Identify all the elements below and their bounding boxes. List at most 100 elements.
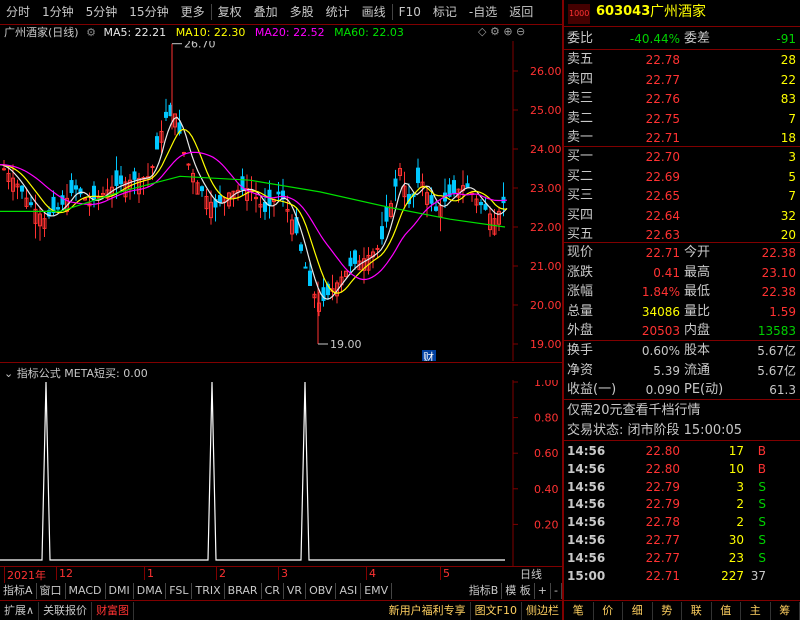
- indicator-tab[interactable]: OBV: [306, 583, 337, 599]
- toolbar-item[interactable]: 5分钟: [80, 0, 124, 25]
- ask-label: 卖三: [567, 91, 594, 106]
- price-axis-label: 25.00: [530, 104, 562, 117]
- ask-volume: 7: [788, 111, 796, 126]
- indicator-tab[interactable]: EMV: [361, 583, 393, 599]
- candle-body: [465, 183, 470, 188]
- sidebar-tab[interactable]: 主: [741, 601, 771, 620]
- sidebar-tab[interactable]: 筹: [771, 601, 800, 620]
- toolbar-item[interactable]: 返回: [503, 0, 539, 25]
- tick-row: 15:00 22.71 227 37: [564, 566, 800, 586]
- candle-body: [479, 201, 483, 206]
- status-item[interactable]: 财富图: [92, 601, 135, 620]
- stat-row: 现价 22.71 今开 22.38: [564, 243, 800, 263]
- candle-body: [429, 195, 434, 204]
- indicator-tab[interactable]: +: [535, 583, 552, 599]
- stat-value: 0.090: [645, 383, 680, 397]
- weicha-value: -91: [776, 32, 796, 46]
- indicator-tab[interactable]: 指标B: [466, 583, 503, 599]
- indicator-tab[interactable]: DMI: [106, 583, 134, 599]
- divider: [564, 399, 800, 400]
- kline-chart[interactable]: 26.00 25.00 24.00 23.00 22.00 21.00 20.00 19.00…: [0, 41, 562, 361]
- candle-body: [29, 202, 33, 206]
- toolbar-item[interactable]: -自选: [463, 0, 503, 25]
- status-item[interactable]: 扩展∧: [0, 601, 40, 620]
- indicator-title[interactable]: ⌄ 指标公式 META短买: 0.00: [4, 365, 148, 381]
- stock-code: 603043: [596, 4, 651, 19]
- candle-body: [69, 180, 74, 194]
- indicator-axis-label: 0.40: [534, 483, 559, 496]
- indicator-tab[interactable]: CR: [262, 583, 284, 599]
- status-bar: 扩展∧ 关联报价 财富图 新用户福利专享 图文F10 侧边栏笔价细势联值主筹: [0, 600, 800, 620]
- stat-row: 收益(一) 0.090 PE(动) 61.3: [564, 380, 800, 400]
- candle-body: [96, 196, 101, 199]
- indicator-tab[interactable]: MACD: [66, 583, 106, 599]
- indicator-tab[interactable]: TRIX: [192, 583, 225, 599]
- ask-row: 卖二 22.75 7: [564, 109, 800, 129]
- toolbar-item[interactable]: F10: [393, 0, 427, 25]
- indicator-tab[interactable]: VR: [284, 583, 307, 599]
- settings-icon[interactable]: ⚙: [86, 26, 96, 39]
- date-label: 2: [216, 567, 226, 580]
- candle-body: [150, 166, 155, 169]
- stock-name: 广州酒家: [650, 4, 706, 20]
- promo-row: 仅需20元查看千档行情: [564, 401, 800, 421]
- ask-label: 卖二: [567, 110, 594, 126]
- status-item[interactable]: 图文F10: [471, 601, 522, 620]
- sidebar-tab[interactable]: 值: [712, 601, 741, 620]
- divider: [564, 26, 800, 27]
- indicator-tab[interactable]: FSL: [166, 583, 193, 599]
- indicator-tab[interactable]: 模 板: [502, 583, 535, 599]
- candle-body: [483, 203, 488, 210]
- sidebar-tab[interactable]: 笔: [564, 601, 594, 620]
- indicator-tab[interactable]: 窗口: [37, 583, 66, 599]
- indicator-chart[interactable]: 1.00 0.80 0.60 0.40 0.20: [0, 380, 562, 566]
- indicator-tab[interactable]: DMA: [134, 583, 167, 599]
- toolbar-item[interactable]: 15分钟: [123, 0, 174, 25]
- candle-body: [303, 266, 308, 269]
- toolbar-item[interactable]: 叠加: [248, 0, 284, 25]
- ma10-label: MA10: 22.30: [175, 26, 246, 39]
- indicator-tab[interactable]: ASI: [336, 583, 362, 599]
- sidebar-tab[interactable]: 联: [682, 601, 712, 620]
- sidebar-tab[interactable]: 价: [594, 601, 623, 620]
- ask-volume: 28: [780, 53, 796, 67]
- chart-divider: [0, 362, 562, 363]
- toolbar-item[interactable]: 统计: [320, 0, 356, 25]
- stat-label: 总量: [567, 303, 594, 319]
- stat-row: 净资 5.39 流通 5.67亿: [564, 361, 800, 381]
- candle-body: [416, 167, 420, 184]
- promo-link[interactable]: 仅需20元查看千档行情: [567, 401, 701, 421]
- sidebar-tab[interactable]: 势: [653, 601, 682, 620]
- toolbar-item[interactable]: 复权: [212, 0, 248, 25]
- ma20-label: MA20: 22.52: [254, 26, 325, 39]
- indicator-tab[interactable]: 指标A: [0, 583, 37, 599]
- toolbar-item[interactable]: 更多: [175, 0, 211, 25]
- status-item[interactable]: 侧边栏: [522, 601, 564, 620]
- period-label[interactable]: 日线: [520, 566, 542, 582]
- bid-row: 买三 22.65 7: [564, 186, 800, 206]
- collapse-icon[interactable]: ⌄: [4, 367, 13, 380]
- indicator-tab[interactable]: BRAR: [225, 583, 262, 599]
- indicator-tab[interactable]: -: [551, 583, 562, 599]
- bid-price: 22.70: [645, 150, 680, 164]
- chart-controls[interactable]: ◇ ⚙ ⊕ ⊖: [478, 25, 525, 38]
- candle-body: [56, 207, 60, 210]
- bid-price: 22.65: [645, 189, 680, 203]
- status-item[interactable]: 关联报价: [39, 601, 93, 620]
- toolbar-item[interactable]: 画线: [356, 0, 392, 25]
- candle-body: [119, 175, 123, 185]
- stat-label: 流通: [684, 362, 711, 378]
- bid-label: 买四: [567, 207, 594, 223]
- toolbar-item[interactable]: 1分钟: [36, 0, 80, 25]
- toolbar-item[interactable]: 多股: [284, 0, 320, 25]
- stat-value: 22.38: [761, 246, 796, 260]
- weicha-label: 委差: [684, 31, 711, 46]
- stat-value: 34086: [641, 304, 680, 319]
- candle-body: [92, 185, 96, 201]
- sidebar-tab[interactable]: 细: [623, 601, 653, 620]
- toolbar-item[interactable]: 分时: [0, 0, 36, 25]
- ask-price: 22.78: [645, 53, 680, 67]
- toolbar-item[interactable]: 标记: [427, 0, 463, 25]
- status-item[interactable]: 新用户福利专享: [385, 601, 471, 620]
- stat-value: 0.41: [653, 265, 680, 280]
